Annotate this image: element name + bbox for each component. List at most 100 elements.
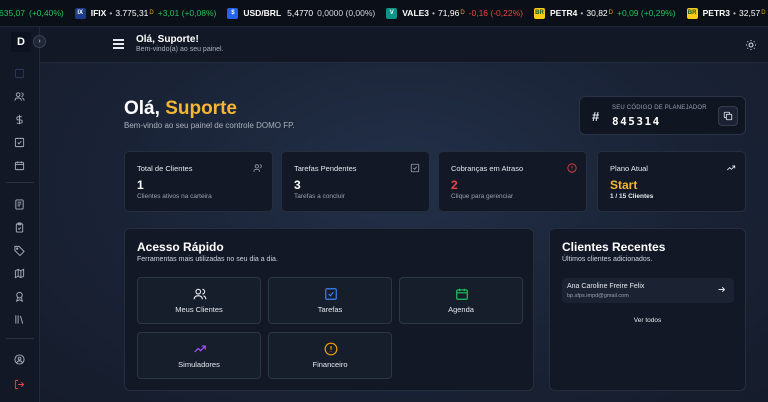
ticker-change: 0,0000 (0,00%) (317, 8, 376, 18)
sidebar-item-clients[interactable] (12, 89, 27, 104)
client-list-item[interactable]: Ana Caroline Freire Felix bp.sfps.impd@g… (562, 278, 734, 303)
stat-card-overdue-charges[interactable]: Cobranças em Atraso 2 Clique para gerenc… (438, 151, 587, 212)
trending-up-icon (194, 345, 206, 353)
users-icon (14, 92, 25, 101)
file-text-icon (15, 199, 24, 210)
hero-subtitle: Bem-vindo ao seu painel de controle DOMO… (124, 121, 295, 130)
sidebar-divider (6, 338, 34, 339)
quick-access-finance[interactable]: Financeiro (268, 332, 392, 379)
quick-access-subtitle: Ferramentas mais utilizadas no seu dia a… (137, 256, 278, 263)
quick-access-label: Meus Clientes (175, 305, 223, 314)
tag-icon (14, 245, 25, 256)
trending-up-icon (726, 165, 736, 171)
copy-code-button[interactable] (718, 106, 738, 126)
hero-greeting: Olá, Suporte (124, 98, 237, 120)
quick-access-tasks[interactable]: Tarefas (268, 277, 392, 324)
recent-clients-title: Clientes Recentes (562, 240, 666, 254)
ticker-item: 635,07 (+0,40%) (0, 8, 64, 18)
sidebar-item-map[interactable] (12, 266, 27, 281)
sun-icon[interactable] (745, 39, 757, 51)
copy-icon (723, 111, 733, 121)
topbar: Olá, Suporte! Bem-vindo(a) ao seu painel… (40, 27, 768, 63)
ticker-delay-marker: D (149, 10, 154, 16)
ticker-delay-marker: D (608, 10, 614, 16)
sidebar-item-documents[interactable] (12, 197, 27, 212)
ticker-symbol: PETR4 (550, 8, 578, 18)
sidebar-item-library[interactable] (12, 312, 27, 327)
app-logo[interactable]: D (11, 32, 31, 52)
hero-user-name: Suporte (165, 98, 237, 119)
sidebar-item-checklist[interactable] (12, 220, 27, 235)
sidebar-divider (6, 182, 34, 183)
ticker-delay-marker: D (761, 10, 766, 16)
quick-access-label: Simuladores (178, 360, 220, 369)
ticker-logo: BR (686, 7, 698, 19)
ticker-change: (+0,40%) (29, 8, 64, 18)
home-icon (14, 68, 25, 79)
quick-access-title: Acesso Rápido (137, 240, 224, 254)
stat-value: 3 (294, 178, 301, 192)
stat-card-pending-tasks[interactable]: Tarefas Pendentes 3 Tarefas a concluir (281, 151, 430, 212)
dollar-icon (16, 114, 23, 125)
ticker-item: $ USD/BRL 5,4770 0,0000 (0,00%) (227, 7, 376, 19)
see-all-link[interactable]: Ver todos (550, 317, 745, 324)
logout-icon (14, 379, 25, 390)
check-square-icon (410, 163, 420, 173)
collapse-sidebar-button[interactable]: › (33, 35, 46, 48)
ticker-logo: BR (534, 7, 545, 19)
topbar-subtitle: Bem-vindo(a) ao seu painel. (136, 46, 224, 53)
ticker-price: 5,4770 (287, 8, 314, 18)
stat-title: Plano Atual (610, 164, 648, 173)
sidebar-item-tasks[interactable] (12, 135, 27, 150)
hero-greeting-text: Olá, (124, 98, 160, 119)
ticker-price: 32,57 (739, 8, 761, 18)
users-icon (253, 164, 262, 172)
quick-access-my-clients[interactable]: Meus Clientes (137, 277, 261, 324)
stat-value: 1 (137, 178, 144, 192)
stat-title: Total de Clientes (137, 164, 193, 173)
sidebar-item-logout[interactable] (12, 377, 27, 392)
client-name: Ana Caroline Freire Felix (567, 283, 645, 290)
planner-code-label: SEU CÓDIGO DE PLANEJADOR (612, 105, 707, 111)
stat-value: Start (610, 178, 638, 192)
quick-access-label: Tarefas (317, 305, 343, 314)
check-square-icon (14, 137, 25, 148)
quick-access-calendar[interactable]: Agenda (399, 277, 523, 324)
ticker-item: IX IFIX • 3.775,31 D +3,01 (+0,08%) (74, 7, 216, 19)
stat-subtitle: Tarefas a concluir (294, 193, 345, 200)
planner-code-card: # SEU CÓDIGO DE PLANEJADOR 845314 (579, 96, 746, 135)
menu-icon[interactable] (113, 39, 124, 49)
ticker-change: -0,16 (-0,22%) (468, 8, 523, 18)
ticker-price: 3.775,31 (115, 8, 149, 18)
stat-card-current-plan[interactable]: Plano Atual Start 1 / 15 Clientes (597, 151, 746, 212)
ticker-separator: • (109, 8, 113, 18)
map-icon (14, 268, 25, 279)
ticker-price: 71,96 (438, 8, 460, 18)
ticker-separator: • (733, 8, 737, 18)
ticker-symbol: VALE3 (402, 8, 430, 18)
ticker-separator: • (432, 8, 436, 18)
sidebar-item-tags[interactable] (12, 243, 27, 258)
quick-access-panel: Acesso Rápido Ferramentas mais utilizada… (124, 228, 534, 391)
quick-access-label: Agenda (448, 305, 474, 314)
alert-circle-icon (567, 163, 577, 173)
hash-icon: # (592, 109, 600, 124)
clipboard-check-icon (15, 222, 24, 233)
sidebar-item-awards[interactable] (12, 289, 27, 304)
sidebar-item-finance[interactable] (12, 112, 27, 127)
stat-title: Cobranças em Atraso (451, 164, 524, 173)
ticker-delay-marker: D (460, 10, 465, 16)
sidebar-item-home[interactable] (12, 66, 27, 81)
stat-title: Tarefas Pendentes (294, 164, 357, 173)
stat-card-total-clients[interactable]: Total de Clientes 1 Clientes ativos na c… (124, 151, 273, 212)
stat-value: 2 (451, 178, 458, 192)
library-icon (15, 315, 24, 324)
ticker-price: 30,82 (586, 8, 608, 18)
quick-access-simulators[interactable]: Simuladores (137, 332, 261, 379)
arrow-right-icon (718, 286, 726, 293)
sidebar-item-calendar[interactable] (12, 158, 27, 173)
sidebar-item-profile[interactable] (12, 352, 27, 367)
calendar-icon (14, 161, 25, 171)
main-content: Olá, Suporte Bem-vindo ao seu painel de … (40, 63, 768, 402)
chevron-right-icon: › (38, 38, 41, 45)
